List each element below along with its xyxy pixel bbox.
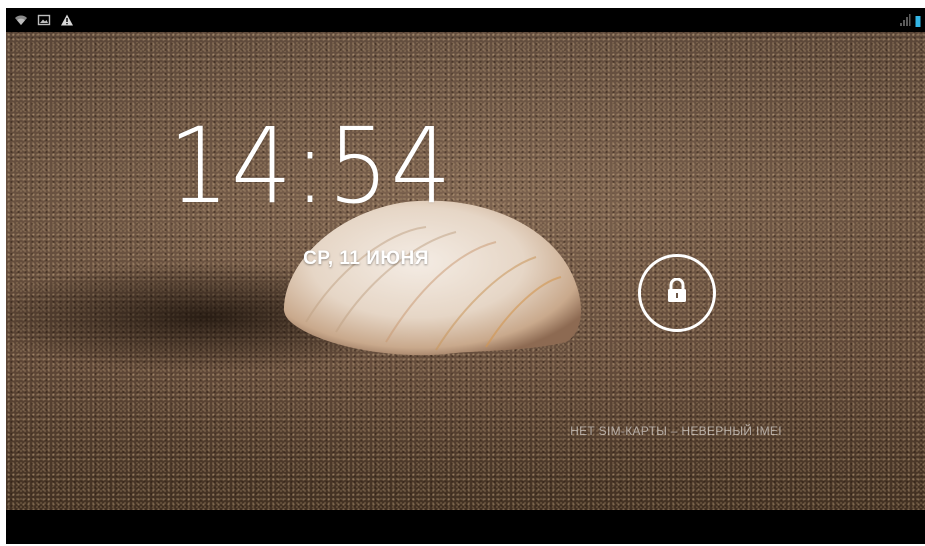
navigation-bar bbox=[6, 510, 925, 544]
wifi-icon bbox=[14, 12, 28, 31]
signal-icon bbox=[899, 12, 911, 31]
status-bar[interactable] bbox=[6, 8, 925, 32]
battery-icon bbox=[915, 12, 921, 31]
warning-icon bbox=[60, 12, 74, 31]
device-screen: 14:54 СР, 11 ИЮНЯ НЕТ SIM-КАРТЫ – НЕВЕРН… bbox=[6, 8, 925, 544]
notification-icons bbox=[14, 12, 74, 31]
carrier-status-text: НЕТ SIM-КАРТЫ – НЕВЕРНЫЙ IMEI bbox=[570, 424, 782, 438]
image-icon bbox=[37, 12, 51, 31]
unlock-handle[interactable] bbox=[638, 254, 716, 332]
lockscreen-date: СР, 11 ИЮНЯ bbox=[303, 248, 429, 269]
system-icons bbox=[899, 12, 921, 31]
lockscreen-wallpaper: 14:54 СР, 11 ИЮНЯ НЕТ SIM-КАРТЫ – НЕВЕРН… bbox=[6, 32, 925, 510]
lock-icon bbox=[666, 277, 688, 308]
seashell-image bbox=[6, 200, 582, 372]
lockscreen-clock: 14:54 bbox=[168, 105, 454, 227]
